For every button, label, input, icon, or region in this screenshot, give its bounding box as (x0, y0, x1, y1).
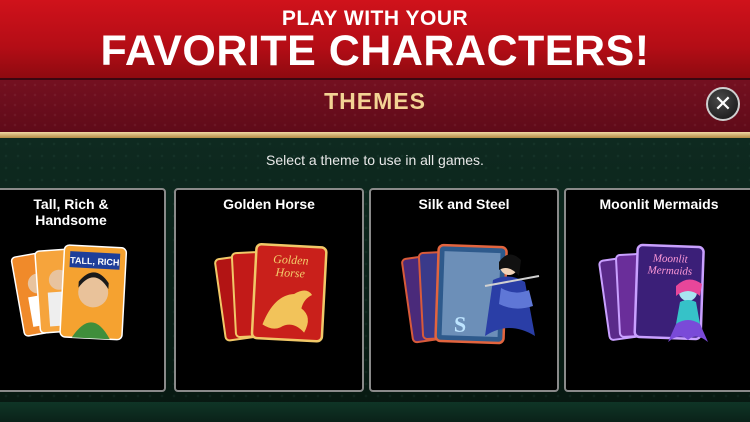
close-button[interactable]: ✕ (706, 87, 740, 121)
promo-banner: PLAY WITH YOUR FAVORITE CHARACTERS! (0, 0, 750, 78)
theme-tile-silk-and-steel[interactable]: Silk and Steel S (369, 188, 559, 392)
svg-text:S: S (454, 312, 467, 337)
svg-text:Mermaids: Mermaids (646, 264, 692, 278)
dialog-title: THEMES (324, 88, 426, 114)
theme-cards-silk-and-steel: S (401, 243, 540, 345)
theme-tile-moonlit-mermaids[interactable]: Moonlit Mermaids Moonlit Mermaids (564, 188, 750, 392)
theme-cards-moonlit-mermaids: Moonlit Mermaids (598, 243, 708, 342)
dialog-subtitle: Select a theme to use in all games. (266, 152, 484, 168)
theme-tile-tall-rich-handsome[interactable]: Tall, Rich & Handsome TALL, RICH (0, 188, 166, 392)
bottom-decor-strip (0, 402, 750, 422)
theme-name: Tall, Rich & Handsome (33, 196, 109, 228)
promo-line-2: FAVORITE CHARACTERS! (100, 27, 650, 75)
theme-cards-golden-horse: Golden Horse (214, 242, 328, 343)
theme-cards-tall-rich-handsome: TALL, RICH (10, 244, 128, 341)
theme-name: Silk and Steel (418, 196, 510, 212)
theme-name: Golden Horse (223, 196, 315, 212)
close-icon: ✕ (713, 91, 733, 116)
theme-tile-golden-horse[interactable]: Golden Horse Golden Horse (174, 188, 364, 392)
svg-text:Horse: Horse (274, 265, 306, 281)
theme-name: Moonlit Mermaids (599, 196, 719, 212)
